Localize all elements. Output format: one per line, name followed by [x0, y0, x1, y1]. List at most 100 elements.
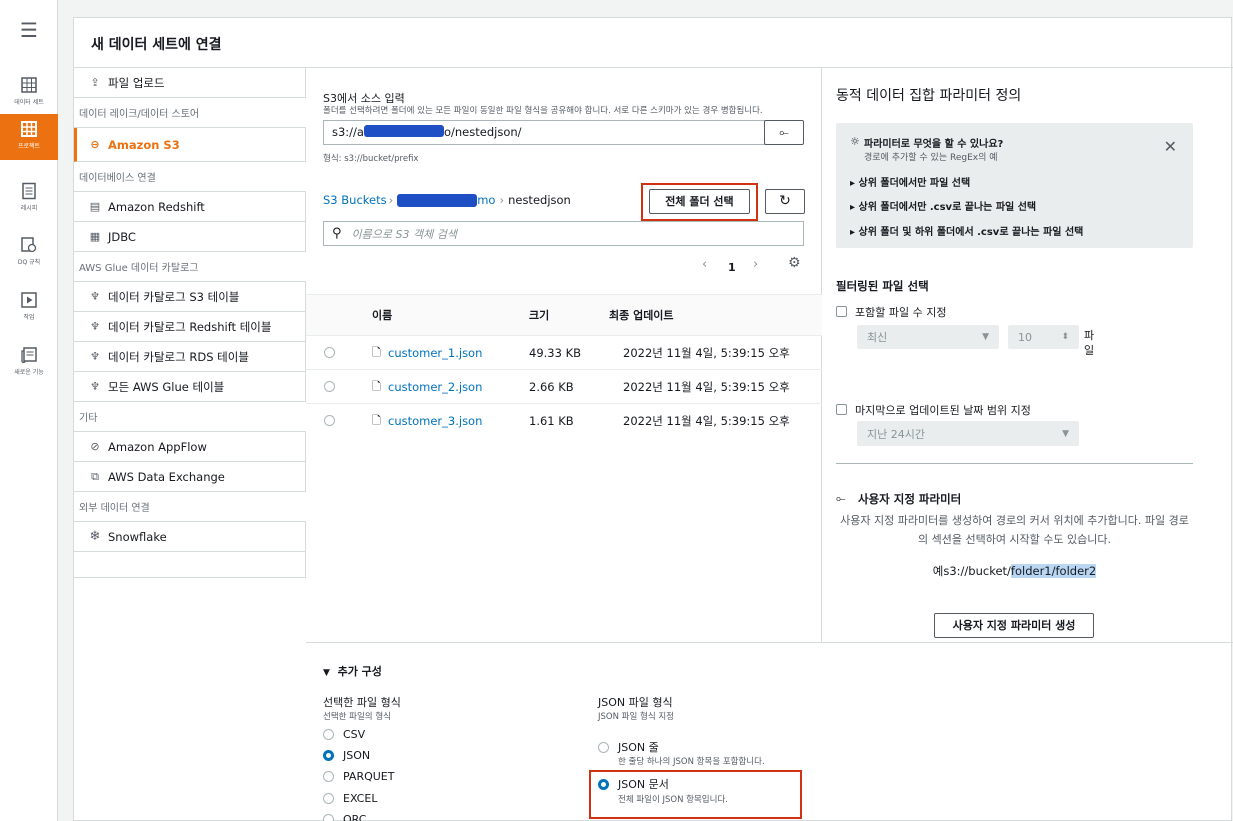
menu-icon[interactable]: ☰	[0, 18, 58, 42]
example-highlight: folder1/folder2	[1010, 564, 1097, 578]
radio[interactable]	[323, 729, 334, 740]
table-row[interactable]: 🗋 customer_1.json 49.33 KB 2022년 11월 4일,…	[306, 336, 822, 370]
file-type-json[interactable]: JSON	[323, 749, 370, 762]
insert-parameter-button[interactable]: ⟜	[764, 120, 804, 145]
section-other: 기타	[74, 402, 306, 432]
file-name-link[interactable]: customer_1.json	[388, 336, 482, 370]
create-custom-parameter-button[interactable]: 사용자 지정 파라미터 생성	[934, 613, 1094, 638]
quality-icon	[21, 237, 37, 253]
radio[interactable]	[598, 741, 609, 753]
panel-header: 새 데이터 세트에 연결	[74, 18, 1233, 68]
source-glue-all[interactable]: ♆ 모든 AWS Glue 테이블	[74, 372, 306, 402]
s3-search-input[interactable]: ⚲ 이름으로 S3 객체 검색	[323, 221, 804, 246]
rail-item-datasets[interactable]: 데이터 세트	[0, 70, 58, 116]
column-name[interactable]: 이름	[372, 295, 392, 337]
select-all-folder-button[interactable]: 전체 폴더 선택	[649, 189, 750, 214]
count-value: 10	[1018, 330, 1032, 344]
option-label: PARQUET	[343, 770, 395, 783]
breadcrumb-bucket[interactable]: mo	[477, 193, 495, 207]
additional-config-toggle[interactable]: ▼ 추가 구성	[323, 663, 382, 679]
file-name-link[interactable]: customer_2.json	[388, 370, 482, 404]
settings-gear-icon[interactable]: ⚙	[788, 255, 801, 271]
column-size[interactable]: 크기	[529, 295, 549, 337]
rail-item-jobs[interactable]: 작업	[0, 285, 58, 331]
radio[interactable]	[323, 771, 334, 782]
radio-selected[interactable]	[598, 778, 609, 790]
radio-selected[interactable]	[323, 750, 334, 761]
source-redshift[interactable]: ▤ Amazon Redshift	[74, 192, 306, 222]
source-label: JDBC	[108, 229, 136, 244]
file-type-label: 선택한 파일 형식	[323, 696, 401, 709]
rail-item-whats-new[interactable]: 새로운 기능	[0, 340, 58, 386]
info-item[interactable]: ▸ 상위 폴더에서만 .csv로 끝나는 파일 선택	[850, 198, 1036, 213]
source-glue-rds[interactable]: ♆ 데이터 카탈로그 RDS 테이블	[74, 342, 306, 372]
rail-label: 새로운 기능	[14, 369, 44, 376]
section-external: 외부 데이터 연결	[74, 492, 306, 522]
info-title: 파라미터로 무엇을 할 수 있나요?	[864, 139, 1004, 150]
rail-item-projects[interactable]: 프로젝트	[0, 114, 58, 160]
s3-path-prefix: s3://a	[332, 125, 364, 139]
source-label: Snowflake	[108, 529, 167, 544]
file-size: 49.33 KB	[529, 346, 582, 360]
file-size: 1.61 KB	[529, 414, 574, 428]
source-data-exchange[interactable]: ⧉ AWS Data Exchange	[74, 462, 306, 492]
source-label: Amazon Redshift	[108, 199, 205, 214]
table-row[interactable]: 🗋 customer_3.json 1.61 KB 2022년 11월 4일, …	[306, 404, 822, 438]
info-item-label: 상위 폴더에서만 .csv로 끝나는 파일 선택	[858, 202, 1037, 213]
rail-item-dq-rules[interactable]: DQ 규칙	[0, 230, 58, 276]
source-snowflake[interactable]: ❄ Snowflake	[74, 522, 306, 552]
breadcrumb-current: nestedjson	[508, 193, 571, 207]
params-title: 동적 데이터 집합 파라미터 정의	[836, 88, 1022, 104]
breadcrumb-s3-buckets[interactable]: S3 Buckets	[323, 193, 387, 207]
parameter-icon: ⟜	[836, 491, 846, 505]
radio[interactable]	[323, 814, 334, 821]
table-icon	[21, 77, 37, 93]
date-range-checkbox[interactable]	[836, 404, 847, 415]
info-item[interactable]: ▸ 상위 폴더에서만 파일 선택	[850, 174, 970, 189]
column-updated[interactable]: 최종 업데이트	[609, 295, 674, 337]
jdbc-icon: ▦	[89, 230, 101, 243]
source-glue-s3[interactable]: ♆ 데이터 카탈로그 S3 테이블	[74, 282, 306, 312]
date-range-select[interactable]: 지난 24시간 ▼	[857, 421, 1079, 446]
rail-item-recipes[interactable]: 레시피	[0, 176, 58, 222]
info-item-label: 상위 폴더 및 하위 폴더에서 .csv로 끝나는 파일 선택	[858, 227, 1084, 238]
refresh-icon: ↻	[779, 193, 791, 209]
left-nav-rail: ☰ 데이터 세트 프로젝트 레시피 DQ 규칙 작업 새로운 기능	[0, 0, 58, 821]
source-upload[interactable]: ⇪ 파일 업로드	[74, 68, 306, 98]
count-checkbox[interactable]	[836, 306, 847, 317]
file-size: 2.66 KB	[529, 380, 574, 394]
path-example: 예s3://bucket/folder1/folder2	[836, 563, 1193, 579]
info-item[interactable]: ▸ 상위 폴더 및 하위 폴더에서 .csv로 끝나는 파일 선택	[850, 223, 1083, 238]
page-number[interactable]: 1	[728, 261, 736, 274]
json-lines-option[interactable]: JSON 줄	[598, 739, 659, 755]
file-type-orc[interactable]: ORC	[323, 813, 366, 821]
source-jdbc[interactable]: ▦ JDBC	[74, 222, 306, 252]
refresh-button[interactable]: ↻	[765, 189, 805, 214]
table-row[interactable]: 🗋 customer_2.json 2.66 KB 2022년 11월 4일, …	[306, 370, 822, 404]
source-appflow[interactable]: ⊘ Amazon AppFlow	[74, 432, 306, 462]
radio[interactable]	[323, 793, 334, 804]
additional-config-title: 추가 구성	[337, 665, 382, 678]
file-type-parquet[interactable]: PARQUET	[323, 770, 394, 783]
row-radio[interactable]	[324, 347, 335, 358]
source-glue-redshift[interactable]: ♆ 데이터 카탈로그 Redshift 테이블	[74, 312, 306, 342]
s3-path-input[interactable]: s3://a o/nestedjson/	[323, 120, 779, 145]
row-radio[interactable]	[324, 415, 335, 426]
row-radio[interactable]	[324, 381, 335, 392]
prev-page-icon[interactable]: ‹	[702, 257, 707, 272]
section-data-lake: 데이터 레이크/데이터 스토어	[74, 98, 306, 128]
json-document-option[interactable]: JSON 문서	[598, 776, 669, 792]
source-label: 데이터 카탈로그 S3 테이블	[108, 289, 240, 304]
close-icon[interactable]: ✕	[1164, 137, 1177, 156]
file-type-excel[interactable]: EXCEL	[323, 792, 377, 805]
file-type-csv[interactable]: CSV	[323, 728, 365, 741]
table-header: 이름 크기 최종 업데이트	[306, 294, 822, 336]
count-input[interactable]: 10 ⬍	[1008, 325, 1079, 349]
source-amazon-s3[interactable]: ⊖ Amazon S3	[74, 128, 306, 162]
file-updated: 2022년 11월 4일, 5:39:15 오후	[623, 380, 790, 394]
s3-path-suffix: o/nestedjson/	[443, 125, 522, 139]
sort-select[interactable]: 최신 ▼	[857, 325, 999, 349]
lightbulb-icon: ☼	[850, 135, 860, 148]
file-name-link[interactable]: customer_3.json	[388, 404, 482, 438]
next-page-icon[interactable]: ›	[753, 257, 758, 272]
